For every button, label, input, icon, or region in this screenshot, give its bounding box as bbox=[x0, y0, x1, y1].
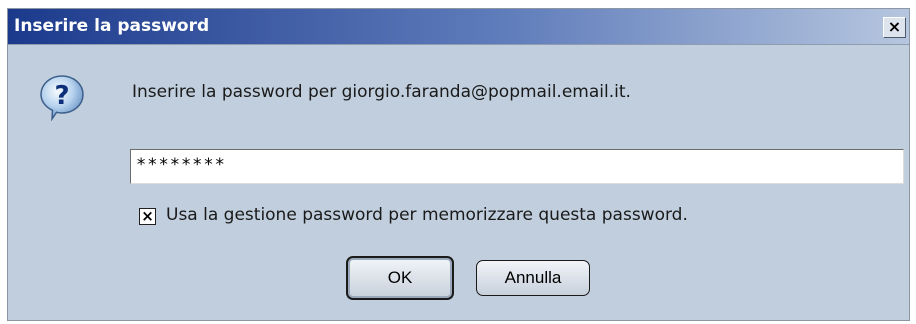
password-dialog: Inserire la password × ? Inserire la pas… bbox=[7, 8, 910, 321]
question-icon: ? bbox=[40, 75, 84, 121]
cancel-button[interactable]: Annulla bbox=[476, 260, 590, 296]
window-title: Inserire la password bbox=[14, 16, 210, 36]
ok-button[interactable]: OK bbox=[346, 256, 454, 300]
password-input[interactable]: ******** bbox=[130, 149, 904, 184]
prompt-text: Inserire la password per giorgio.faranda… bbox=[132, 82, 631, 102]
close-button[interactable]: × bbox=[883, 17, 906, 38]
svg-text:?: ? bbox=[54, 81, 69, 111]
remember-password-label[interactable]: Usa la gestione password per memorizzare… bbox=[166, 205, 688, 225]
close-icon: × bbox=[887, 17, 902, 36]
remember-password-checkbox[interactable]: × bbox=[139, 208, 156, 225]
title-bar[interactable]: Inserire la password × bbox=[8, 9, 909, 45]
